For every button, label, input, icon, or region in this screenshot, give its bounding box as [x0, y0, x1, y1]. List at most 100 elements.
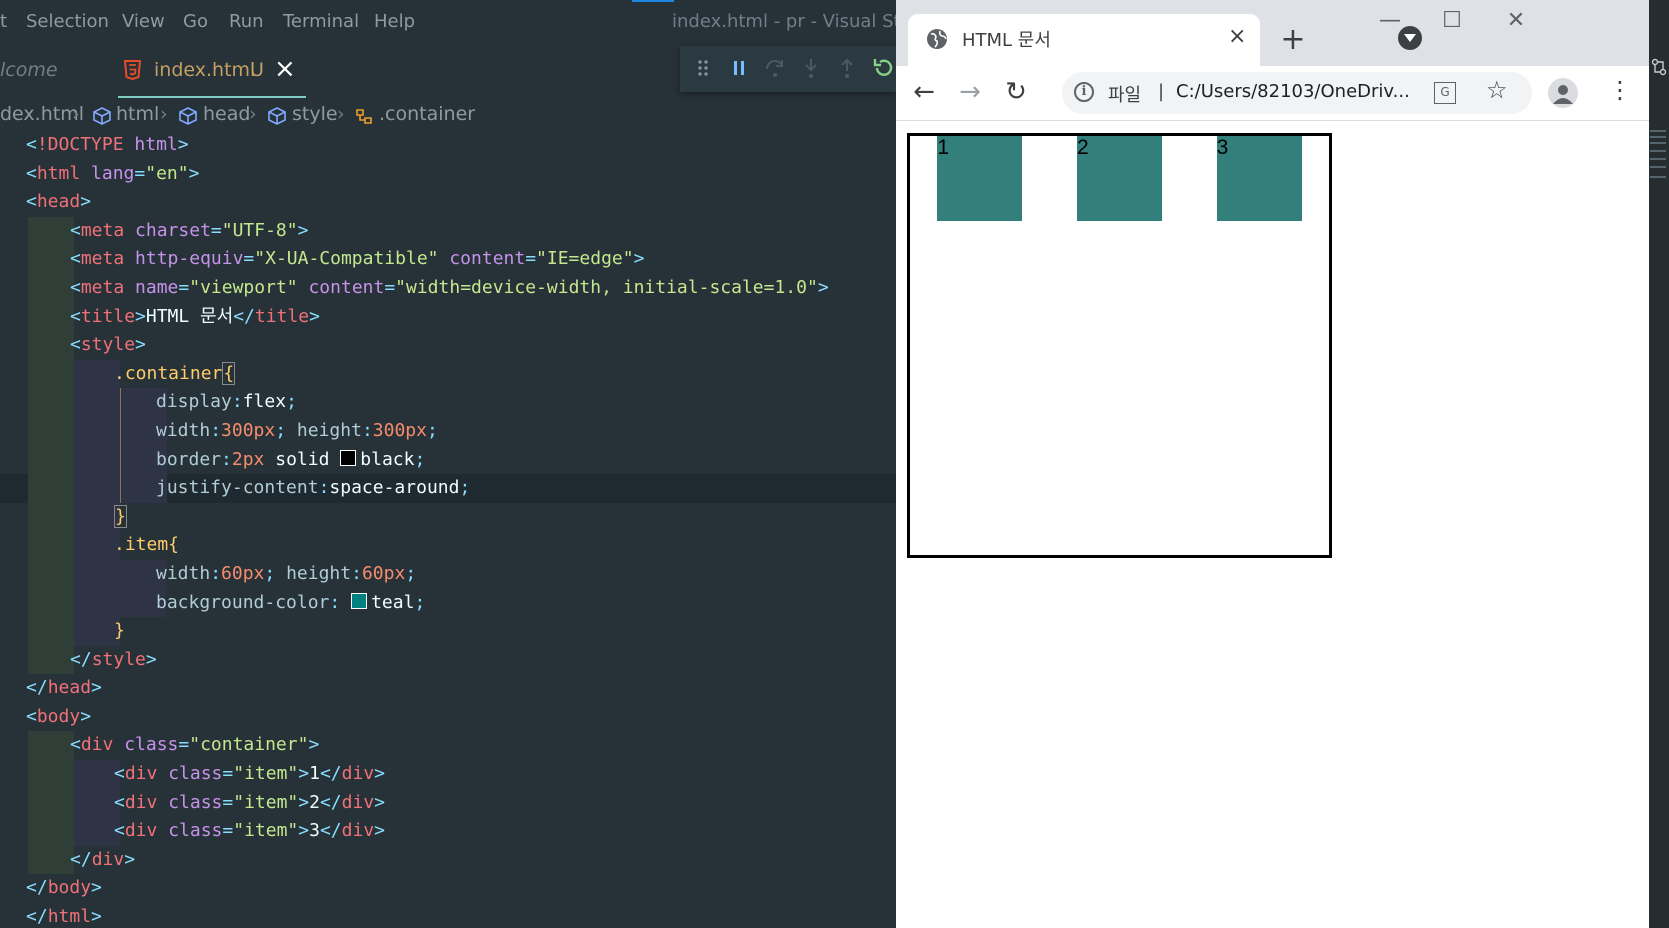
code-line: display:flex; [0, 388, 896, 417]
background-window-edge [1649, 0, 1669, 928]
debug-toolbar [680, 46, 896, 92]
code-line: <body> [26, 705, 92, 727]
code-line: <!DOCTYPE html> [26, 134, 189, 155]
breadcrumb-style[interactable]: style [292, 103, 338, 125]
code-line: <div class="item">1</div> [0, 760, 896, 789]
tab-title: HTML 문서 [962, 30, 1051, 51]
close-icon[interactable]: × [274, 54, 296, 84]
color-swatch-black[interactable] [340, 449, 357, 466]
code-line: width:300px; height:300px; [0, 416, 896, 446]
flex-item-3: 3 [1216, 136, 1302, 221]
reload-button[interactable]: ↻ [998, 74, 1034, 110]
minimap-line [1650, 142, 1666, 144]
code-line: border:2px solid black; [0, 445, 896, 475]
chevron-right-icon: › [72, 103, 80, 125]
code-line-current: justify-content:space-around; [0, 474, 896, 503]
back-button[interactable]: ← [906, 74, 942, 110]
profile-avatar[interactable] [1548, 78, 1578, 108]
breadcrumb-html[interactable]: html [116, 103, 159, 125]
minimap-line [1650, 130, 1666, 132]
step-over-icon[interactable] [762, 55, 788, 81]
menu-view[interactable]: View [122, 11, 165, 32]
code-line: </head> [26, 677, 102, 699]
code-line: <meta charset="UTF-8"> [0, 216, 896, 246]
tab-strip: HTML 문서 × + — ☐ ✕ [896, 0, 1649, 76]
menu-help[interactable]: Help [374, 11, 415, 32]
globe-icon [927, 29, 947, 49]
code-line: <head> [26, 191, 92, 213]
step-into-icon[interactable] [798, 55, 824, 81]
code-line: } [0, 617, 896, 646]
new-tab-button[interactable]: + [1276, 22, 1310, 57]
pause-icon[interactable] [726, 55, 752, 81]
chevron-right-icon: › [160, 103, 168, 125]
code-line: .item{ [0, 531, 896, 560]
chevron-down-icon [1404, 34, 1416, 42]
menu-selection[interactable]: Selection [26, 11, 109, 32]
window-close-button[interactable]: ✕ [1496, 8, 1536, 33]
cube-icon [268, 107, 286, 125]
translate-icon[interactable]: G [1434, 82, 1456, 104]
step-out-icon[interactable] [834, 55, 860, 81]
color-swatch-teal[interactable] [351, 592, 368, 609]
cube-icon [179, 107, 197, 125]
scheme-label: 파일 [1108, 85, 1142, 106]
code-line: </style> [0, 645, 896, 675]
chevron-right-icon: › [337, 103, 345, 125]
title-accent [632, 0, 674, 2]
code-line: <style> [0, 331, 896, 360]
menu-go[interactable]: Go [183, 11, 208, 32]
tab-index-html[interactable]: index.html U × [118, 44, 306, 98]
minimap-line [1650, 166, 1666, 168]
menu-file-partial[interactable]: t [0, 11, 7, 32]
vscode-window: t Selection View Go Run Terminal Help in… [0, 0, 896, 928]
code-line: <div class="item">2</div> [0, 788, 896, 818]
flex-item-1: 1 [937, 136, 1023, 221]
html5-icon [124, 60, 141, 80]
minimap-line [1650, 176, 1666, 178]
code-line: <div class="container"> [0, 731, 896, 761]
chevron-right-icon: › [249, 103, 257, 125]
page-viewport: 1 2 3 [896, 121, 1649, 928]
code-line: </div> [0, 845, 896, 875]
restart-icon[interactable] [870, 55, 896, 81]
close-icon[interactable]: × [1228, 24, 1246, 49]
person-icon [1553, 85, 1573, 104]
chrome-window: HTML 문서 × + — ☐ ✕ ← → ↻ i 파일 | C:/Users/… [896, 0, 1649, 928]
tab-index-label: index.html [154, 59, 256, 81]
code-line: <html lang="en"> [26, 162, 200, 184]
breadcrumb-container[interactable]: .container [379, 103, 475, 125]
code-editor[interactable]: <!DOCTYPE html> <html lang="en"> <head> … [0, 131, 896, 928]
code-line: <meta name="viewport" content="width=dev… [0, 273, 896, 303]
minimize-button[interactable]: — [1370, 8, 1410, 33]
cube-icon [93, 107, 111, 125]
address-bar[interactable]: i 파일 | C:/Users/82103/OneDriv... G ☆ [1062, 72, 1532, 114]
symbol-class-icon [356, 109, 372, 124]
code-line: </body> [26, 877, 102, 899]
code-line: <meta http-equiv="X-UA-Compatible" conte… [0, 245, 896, 274]
minimap-line [1650, 158, 1666, 160]
menu-terminal[interactable]: Terminal [283, 11, 359, 32]
forward-button[interactable]: → [952, 74, 988, 110]
minimap-line [1650, 150, 1666, 152]
menu-kebab-icon[interactable]: ⋮ [1608, 76, 1632, 104]
code-line: } [0, 502, 896, 532]
code-line: <div class="item">3</div> [0, 817, 896, 846]
window-title: index.html - pr - Visual Studi [672, 11, 896, 32]
info-icon[interactable]: i [1074, 82, 1094, 102]
code-line: width:60px; height:60px; [0, 559, 896, 589]
untracked-badge: U [250, 59, 264, 81]
minimap-line [1650, 136, 1666, 138]
breadcrumb-head[interactable]: head [203, 103, 250, 125]
code-line: <title>HTML 문서</title> [0, 302, 896, 332]
code-line: </html> [26, 906, 102, 928]
menu-run[interactable]: Run [229, 11, 264, 32]
bookmark-star-icon[interactable]: ☆ [1486, 76, 1508, 104]
browser-toolbar: ← → ↻ i 파일 | C:/Users/82103/OneDriv... G… [896, 66, 1649, 120]
url-text[interactable]: C:/Users/82103/OneDriv... [1176, 81, 1410, 102]
flex-container: 1 2 3 [907, 133, 1332, 558]
tab-welcome-label: lcome [0, 59, 58, 81]
maximize-button[interactable]: ☐ [1432, 8, 1472, 33]
drag-handle-icon[interactable] [690, 55, 716, 81]
source-control-icon [1651, 58, 1667, 76]
